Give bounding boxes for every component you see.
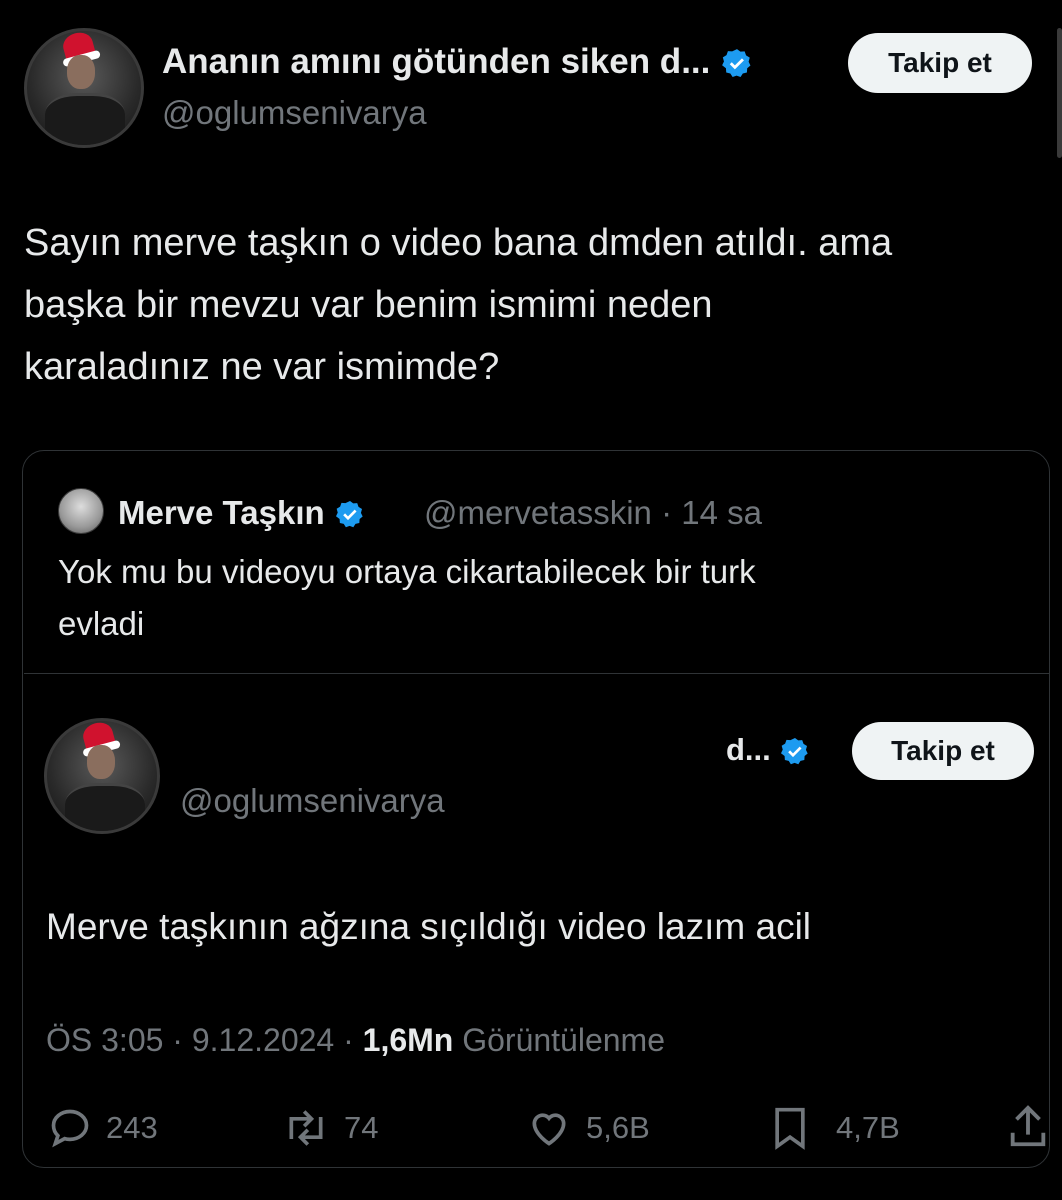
tweet-text-line: karaladınız ne var ismimde? (24, 346, 500, 388)
embedded-author-name-text[interactable]: d... (726, 732, 771, 767)
reply-count: 243 (106, 1110, 158, 1145)
embedded-author-handle[interactable]: @oglumsenivarya (180, 782, 445, 820)
repost-icon (289, 1110, 323, 1146)
views-label: Görüntülenme (462, 1022, 665, 1058)
tweet-time[interactable]: ÖS 3:05 (46, 1022, 163, 1058)
quoted-handle-time[interactable]: @mervetasskin · 14 sa (424, 494, 762, 532)
author-name[interactable]: Ananın amını götünden siken d... (162, 42, 754, 82)
tweet-text-line: Sayın merve taşkın o video bana dmden at… (24, 222, 893, 264)
verified-badge-icon (781, 737, 809, 765)
bookmark-button[interactable]: 4,7B (770, 1106, 900, 1150)
quoted-avatar[interactable] (58, 488, 104, 534)
avatar[interactable] (24, 28, 144, 148)
repost-count: 74 (344, 1110, 379, 1145)
tweet-date[interactable]: · 9.12.2024 · (172, 1022, 353, 1058)
like-count: 5,6B (586, 1110, 650, 1145)
share-icon (1010, 1105, 1046, 1147)
views-count: 1,6Mn (362, 1022, 454, 1058)
follow-button[interactable]: Takip et (848, 33, 1032, 93)
like-button[interactable]: 5,6B (526, 1106, 650, 1150)
like-icon (532, 1113, 566, 1146)
embedded-author-name[interactable]: d... (726, 732, 811, 768)
tweet-text: Sayın merve taşkın o video bana dmden at… (24, 212, 892, 398)
reply-icon (51, 1109, 89, 1148)
embedded-avatar[interactable] (44, 718, 160, 834)
repost-button[interactable]: 74 (282, 1106, 378, 1150)
tweet-text-line: başka bir mevzu var benim ismimi neden (24, 284, 713, 326)
author-name-text[interactable]: Ananın amını götünden siken d... (162, 42, 710, 81)
bookmark-icon (775, 1107, 805, 1150)
quoted-text-line: Yok mu bu videoyu ortaya cikartabilecek … (58, 553, 756, 590)
embedded-tweet-text: Merve taşkının ağzına sıçıldığı video la… (46, 906, 812, 947)
quoted-tweet-text: Yok mu bu videoyu ortaya cikartabilecek … (58, 546, 756, 650)
divider (24, 673, 1050, 674)
quoted-author-name-text[interactable]: Merve Taşkın (118, 494, 325, 531)
share-button[interactable] (1008, 1104, 1062, 1150)
quoted-author-name[interactable]: Merve Taşkın (118, 494, 366, 532)
follow-button[interactable]: Takip et (852, 722, 1034, 780)
verified-badge-icon (335, 501, 363, 528)
quoted-time[interactable]: · 14 sa (661, 494, 762, 531)
quoted-text-line: evladi (58, 605, 145, 642)
author-handle[interactable]: @oglumsenivarya (162, 94, 427, 132)
verified-badge-icon (722, 48, 751, 77)
reply-button[interactable]: 243 (48, 1106, 158, 1150)
scrollbar[interactable] (1057, 28, 1062, 158)
tweet-meta: ÖS 3:05 · 9.12.2024 · 1,6Mn Görüntülenme (46, 1022, 665, 1059)
quoted-handle[interactable]: @mervetasskin (424, 494, 652, 531)
bookmark-count: 4,7B (836, 1110, 900, 1145)
